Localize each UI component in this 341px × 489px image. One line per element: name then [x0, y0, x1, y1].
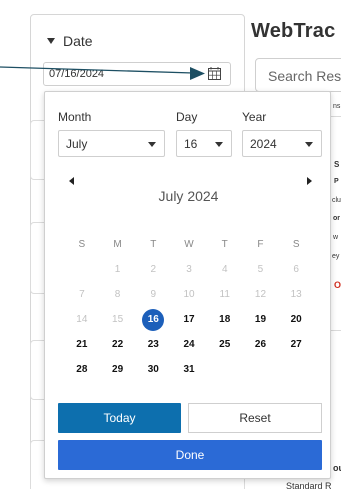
disabled-day-cell: 3 [186, 264, 192, 275]
day-cell[interactable]: 17 [171, 307, 207, 332]
reset-button[interactable]: Reset [188, 403, 322, 433]
today-button[interactable]: Today [58, 403, 181, 433]
selected-day-cell[interactable]: 16 [135, 307, 171, 332]
done-button[interactable]: Done [58, 440, 322, 470]
disabled-day-cell: 1 [114, 264, 121, 275]
weekday-label: M [113, 239, 122, 250]
disabled-day-cell: 10 [183, 289, 195, 300]
disabled-day-cell: 6 [293, 264, 299, 275]
disabled-day-cell: 12 [254, 289, 267, 300]
month-label: Month [58, 110, 92, 124]
weekday-header: S M T W T F S [64, 232, 314, 257]
day-cell[interactable]: 25 [207, 332, 243, 357]
weekday-label: W [184, 239, 194, 250]
disabled-day-cell: 13 [290, 289, 302, 300]
empty-day-cell [64, 257, 100, 282]
weekday-label: T [221, 239, 228, 250]
day-cell[interactable]: 30 [135, 357, 171, 382]
weekday-label: S [292, 239, 300, 250]
disabled-day-cell: 14 [76, 314, 88, 325]
day-cell[interactable]: 21 [64, 332, 100, 357]
day-cell[interactable]: 22 [100, 332, 136, 357]
disabled-day-cell: 5 [257, 264, 264, 275]
day-cell[interactable]: 31 [171, 357, 207, 382]
disabled-day-cell: 7 [79, 289, 85, 300]
day-label: Day [176, 110, 198, 124]
calendar-week-row: 28 29 30 31 [64, 357, 314, 382]
day-cell[interactable]: 28 [64, 357, 100, 382]
day-cell[interactable]: 26 [243, 332, 279, 357]
weekday-label: F [257, 239, 264, 250]
day-cell[interactable]: 27 [278, 332, 314, 357]
year-select[interactable]: 2024 [242, 130, 322, 157]
year-label: Year [242, 110, 267, 124]
disabled-day-cell: 8 [114, 289, 121, 300]
calendar-weeks: 1 2 3 4 5 6 7 8 9 10 11 12 13 14 15 16 17 18 19 20 21 22 23 24 2… [64, 257, 314, 382]
disabled-day-cell: 4 [221, 264, 228, 275]
disabled-day-cell: 11 [219, 289, 230, 300]
chevron-down-icon [305, 142, 313, 147]
calendar-week-row: 21 22 23 24 25 26 27 [64, 332, 314, 357]
empty-day-cell [278, 357, 314, 382]
disabled-day-cell: 15 [112, 314, 124, 325]
day-cell[interactable]: 24 [171, 332, 207, 357]
day-cell[interactable]: 18 [207, 307, 243, 332]
disabled-day-cell: 9 [150, 289, 157, 300]
empty-day-cell [207, 357, 243, 382]
calendar-grid: S M T W T F S 1 2 3 4 5 6 7 8 9 10 11 12 13 14 15 16 17 1… [64, 232, 314, 382]
disabled-day-cell: 2 [150, 264, 157, 275]
datepicker-popup: Month Day Year July 16 2024 July 2024 S … [44, 91, 331, 479]
weekday-label: T [150, 239, 157, 250]
year-select-value: 2024 [250, 137, 277, 151]
day-cell[interactable]: 29 [100, 357, 136, 382]
day-cell[interactable]: 19 [243, 307, 279, 332]
page: WebTrac Search Results ns S P clu or w e… [0, 0, 341, 489]
chevron-right-icon[interactable] [307, 177, 312, 185]
month-select[interactable]: July [58, 130, 165, 157]
empty-day-cell [243, 357, 279, 382]
day-cell[interactable]: 23 [135, 332, 171, 357]
day-select-value: 16 [184, 137, 198, 151]
month-select-value: July [66, 137, 88, 151]
calendar-week-row: 7 8 9 10 11 12 13 [64, 282, 314, 307]
day-number: 16 [142, 309, 165, 331]
calendar-week-row: 14 15 16 17 18 19 20 [64, 307, 314, 332]
month-caption: July 2024 [158, 188, 219, 204]
chevron-left-icon[interactable] [69, 177, 74, 185]
day-select[interactable]: 16 [176, 130, 232, 157]
calendar-week-row: 1 2 3 4 5 6 [64, 257, 314, 282]
chevron-down-icon [148, 142, 156, 147]
day-cell[interactable]: 20 [278, 307, 314, 332]
chevron-down-icon [215, 142, 223, 147]
weekday-label: S [78, 239, 86, 250]
